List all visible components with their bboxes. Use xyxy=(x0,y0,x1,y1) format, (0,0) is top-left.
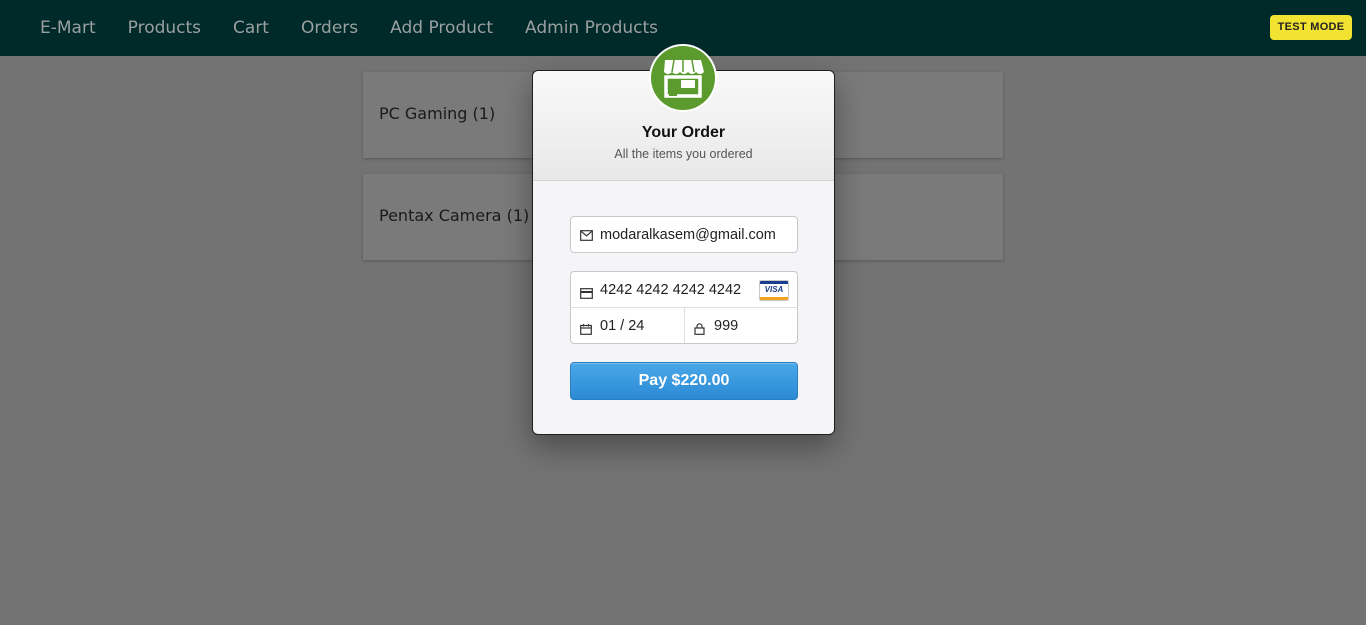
checkout-subtitle: All the items you ordered xyxy=(614,147,753,161)
card-details-group: 4242 4242 4242 4242 VISA 01 / 24 999 xyxy=(570,271,798,344)
nav-item-orders[interactable]: Orders xyxy=(285,18,374,38)
visa-label: VISA xyxy=(764,285,784,294)
store-logo-icon xyxy=(651,46,715,110)
pay-button[interactable]: Pay $220.00 xyxy=(570,362,798,400)
test-mode-badge: TEST MODE xyxy=(1270,15,1352,40)
checkout-title: Your Order xyxy=(641,124,726,141)
expiry-value: 01 / 24 xyxy=(600,318,645,334)
expiry-field[interactable]: 01 / 24 xyxy=(571,308,685,343)
visa-icon: VISA xyxy=(759,280,789,301)
nav-item-emart[interactable]: E-Mart xyxy=(24,18,112,38)
credit-card-icon xyxy=(580,284,593,303)
email-field[interactable]: modaralkasem@gmail.com xyxy=(570,216,798,253)
card-number-field[interactable]: 4242 4242 4242 4242 VISA xyxy=(571,272,797,308)
email-value: modaralkasem@gmail.com xyxy=(600,227,776,243)
cvc-field[interactable]: 999 xyxy=(685,308,797,343)
checkout-header: Your Order All the items you ordered xyxy=(533,46,834,181)
card-number-value: 4242 4242 4242 4242 xyxy=(600,282,742,298)
mail-icon xyxy=(580,229,593,245)
nav-item-cart[interactable]: Cart xyxy=(217,18,285,38)
calendar-icon xyxy=(580,320,592,339)
nav-item-products[interactable]: Products xyxy=(112,18,217,38)
order-card-label: Pentax Camera (1) xyxy=(379,206,530,225)
cvc-value: 999 xyxy=(714,318,739,334)
nav-menu: E-Mart Products Cart Orders Add Product … xyxy=(24,0,674,56)
checkout-modal: Your Order All the items you ordered mod… xyxy=(532,46,835,435)
nav-item-add-product[interactable]: Add Product xyxy=(374,18,509,38)
lock-icon xyxy=(694,320,705,339)
nav-item-admin-products[interactable]: Admin Products xyxy=(509,18,674,38)
order-card-label: PC Gaming (1) xyxy=(379,104,496,123)
